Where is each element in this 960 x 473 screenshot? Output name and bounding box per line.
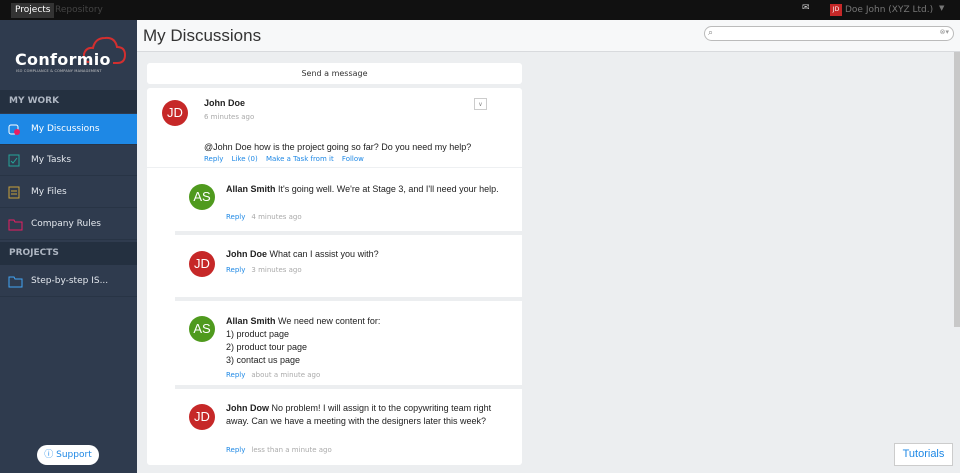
tab-projects[interactable]: Projects	[11, 3, 55, 18]
avatar: AS	[189, 184, 215, 210]
page-header: My Discussions ⌕ ⊗▾	[137, 20, 960, 52]
reply-body: It's going well. We're at Stage 3, and I…	[278, 184, 499, 194]
divider	[175, 231, 522, 235]
discussions-icon	[8, 124, 20, 135]
mail-icon[interactable]: ✉	[802, 4, 812, 13]
reply-text: Allan Smith It's going well. We're at St…	[226, 183, 506, 196]
sidebar-item-label: Step-by-step IS...	[31, 276, 109, 286]
reply-link[interactable]: Reply	[226, 371, 245, 379]
post-author[interactable]: John Doe	[204, 98, 245, 108]
make-task-link[interactable]: Make a Task from it	[266, 155, 334, 163]
sidebar-item-my-tasks[interactable]: My Tasks	[0, 145, 137, 176]
files-icon	[8, 186, 20, 199]
scrollbar[interactable]	[954, 52, 960, 327]
user-menu[interactable]: JD Doe John (XYZ Ltd.)	[830, 3, 933, 17]
logo[interactable]: Conformio ISO COMPLIANCE & COMPANY MANAG…	[0, 20, 137, 90]
reply-time: 3 minutes ago	[251, 266, 302, 274]
top-bar: Projects Repository ✉ JD Doe John (XYZ L…	[0, 0, 960, 20]
page-title: My Discussions	[143, 26, 262, 45]
reply-time: 4 minutes ago	[251, 213, 302, 221]
reply-link[interactable]: Reply	[226, 213, 245, 221]
tasks-icon	[8, 154, 20, 167]
reply-text: John Dow No problem! I will assign it to…	[226, 402, 506, 428]
section-my-work: MY WORK	[0, 90, 137, 113]
tab-repository[interactable]: Repository	[51, 3, 107, 18]
avatar: JD	[162, 100, 188, 126]
like-link[interactable]: Like (0)	[232, 155, 258, 163]
search-icon: ⌕	[708, 28, 714, 38]
user-name: Doe John (XYZ Ltd.)	[845, 5, 934, 15]
sidebar-item-label: Company Rules	[31, 219, 101, 229]
chevron-down-icon[interactable]: ▼	[939, 4, 944, 12]
reply-line: 2) product tour page	[226, 342, 308, 352]
post-menu-dropdown[interactable]: ∨	[474, 98, 487, 110]
folder-icon	[8, 219, 23, 231]
reply-body: We need new content for:	[278, 316, 381, 326]
post-actions: Reply Like (0) Make a Task from it Follo…	[204, 155, 370, 163]
divider	[175, 297, 522, 301]
divider	[175, 385, 522, 389]
reply-author[interactable]: John Dow	[226, 403, 269, 413]
follow-link[interactable]: Follow	[342, 155, 364, 163]
avatar: JD	[189, 404, 215, 430]
avatar: JD	[830, 4, 842, 16]
sidebar: Conformio ISO COMPLIANCE & COMPANY MANAG…	[0, 20, 137, 473]
reply-line: 1) product page	[226, 329, 290, 339]
section-projects: PROJECTS	[0, 242, 137, 265]
reply-body: What can I assist you with?	[269, 249, 379, 259]
logo-subtitle: ISO COMPLIANCE & COMPANY MANAGEMENT	[16, 69, 102, 73]
reply-author[interactable]: Allan Smith	[226, 184, 276, 194]
reply-actions: Reply less than a minute ago	[226, 446, 338, 454]
post-text: @John Doe how is the project going so fa…	[204, 142, 472, 152]
reply-time: about a minute ago	[251, 371, 321, 379]
post-time: 6 minutes ago	[204, 113, 255, 121]
reply-link[interactable]: Reply	[226, 266, 245, 274]
folder-icon	[8, 276, 23, 288]
reply-actions: Reply about a minute ago	[226, 371, 326, 379]
avatar: AS	[189, 316, 215, 342]
sidebar-item-label: My Tasks	[31, 155, 72, 165]
support-label: Support	[56, 450, 92, 460]
sidebar-item-project[interactable]: Step-by-step IS...	[0, 266, 137, 297]
sidebar-item-my-discussions[interactable]: My Discussions	[0, 114, 137, 145]
logo-text: Conformio	[15, 50, 111, 69]
support-button[interactable]: ⓘ Support	[37, 445, 99, 465]
reply-link[interactable]: Reply	[204, 155, 223, 163]
reply-text: John Doe What can I assist you with?	[226, 248, 506, 261]
reply-line: 3) contact us page	[226, 355, 301, 365]
reply-actions: Reply 4 minutes ago	[226, 213, 308, 221]
help-icon: ⓘ	[44, 450, 57, 460]
reply-actions: Reply 3 minutes ago	[226, 266, 308, 274]
reply-author[interactable]: Allan Smith	[226, 316, 276, 326]
search-options-icon[interactable]: ⊗▾	[940, 28, 949, 36]
reply-time: less than a minute ago	[251, 446, 332, 454]
sidebar-item-label: My Files	[31, 187, 67, 197]
search-input[interactable]: ⌕ ⊗▾	[704, 26, 954, 41]
send-message-button[interactable]: Send a message	[147, 63, 522, 84]
reply-author[interactable]: John Doe	[226, 249, 267, 259]
sidebar-item-my-files[interactable]: My Files	[0, 177, 137, 208]
reply-text: Allan Smith We need new content for: 1) …	[226, 315, 506, 367]
avatar: JD	[189, 251, 215, 277]
divider	[147, 167, 522, 171]
sidebar-item-label: My Discussions	[31, 124, 100, 134]
sidebar-item-company-rules[interactable]: Company Rules	[0, 209, 137, 240]
tutorials-button[interactable]: Tutorials	[894, 443, 953, 466]
reply-link[interactable]: Reply	[226, 446, 245, 454]
